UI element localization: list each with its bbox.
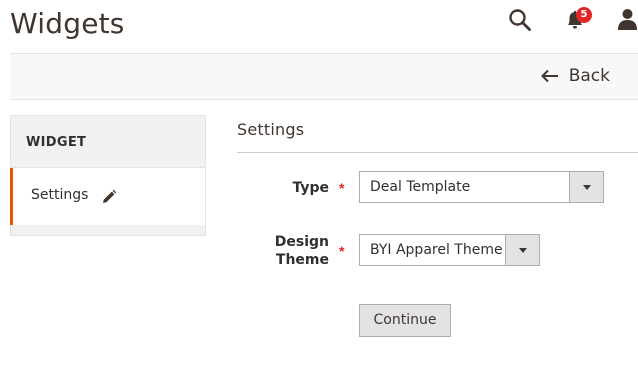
design-theme-select-toggle[interactable] — [505, 235, 539, 265]
design-theme-label-line1: Design — [274, 234, 329, 250]
type-select[interactable]: Deal Template — [359, 171, 604, 203]
widget-side-tabs: WIDGET Settings — [10, 115, 206, 236]
type-select-value: Deal Template — [370, 179, 471, 195]
chevron-down-icon — [583, 185, 591, 190]
design-theme-select[interactable]: BYI Apparel Theme — [359, 234, 540, 266]
pencil-icon — [103, 189, 117, 203]
design-theme-required-marker: * — [339, 243, 345, 259]
side-tabs-title: WIDGET — [10, 115, 206, 168]
design-theme-label-line2: Theme — [275, 252, 329, 268]
tab-settings-label: Settings — [31, 187, 89, 203]
type-required-marker: * — [339, 180, 345, 196]
side-tabs-footer — [10, 225, 206, 236]
arrow-left-icon — [540, 69, 558, 83]
page-title: Widgets — [10, 7, 125, 40]
settings-section-title: Settings — [237, 120, 305, 139]
back-button-label: Back — [568, 66, 610, 86]
notification-count-badge[interactable]: 5 — [576, 7, 592, 23]
design-theme-select-value: BYI Apparel Theme — [370, 242, 503, 258]
continue-button[interactable]: Continue — [359, 304, 451, 337]
type-label: Type — [292, 180, 329, 196]
back-button[interactable]: Back — [540, 66, 610, 86]
tab-settings[interactable]: Settings — [10, 168, 206, 225]
user-icon[interactable] — [617, 8, 638, 30]
type-select-toggle[interactable] — [569, 172, 603, 202]
section-divider — [237, 152, 638, 153]
page-actions-bar: Back — [10, 53, 638, 100]
design-theme-label: Design Theme — [229, 233, 329, 269]
search-icon[interactable] — [508, 8, 532, 32]
chevron-down-icon — [519, 248, 527, 253]
